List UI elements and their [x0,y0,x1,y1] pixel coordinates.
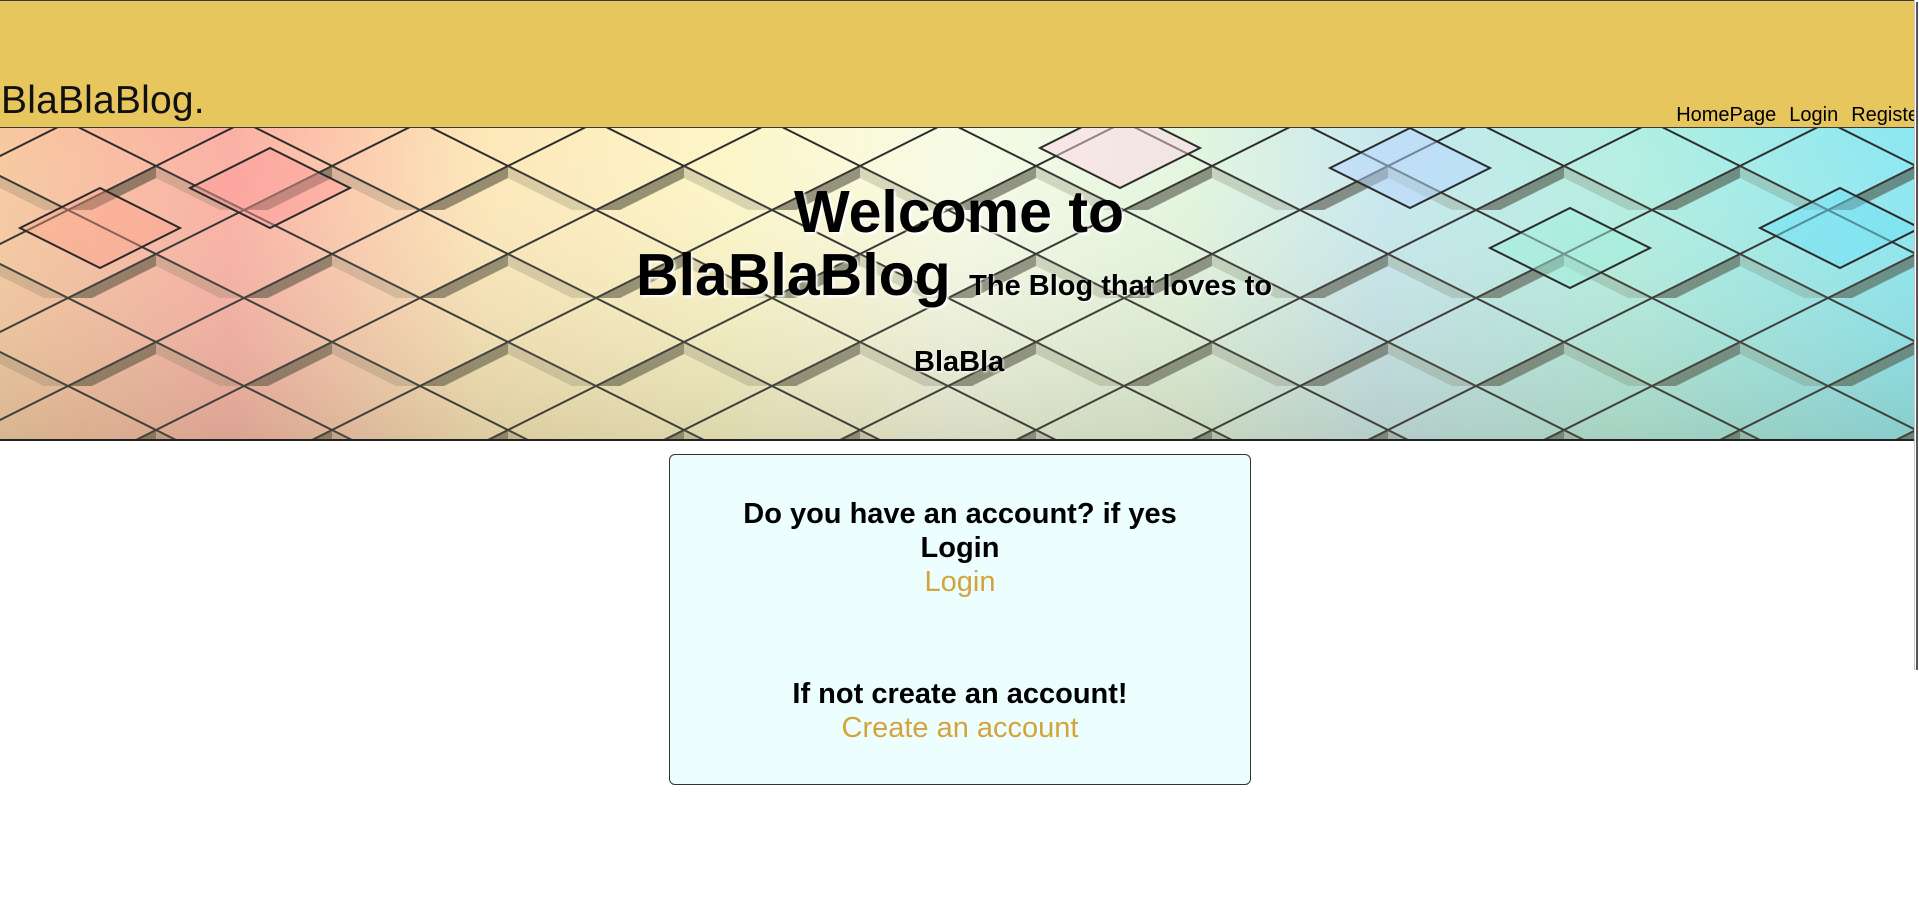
login-link[interactable]: Login [925,565,996,599]
login-heading: Login [920,532,1000,564]
top-header-bar: BlaBlaBlog. HomePage Login Registe [0,0,1919,128]
page-scrollbar-thumb[interactable] [1916,2,1918,670]
nav-link-homepage[interactable]: HomePage [1676,105,1776,125]
hero-tagline: The Blog that loves to [969,270,1273,302]
hero-site-name: BlaBlaBlog [636,242,951,308]
site-logo[interactable]: BlaBlaBlog. [1,81,205,120]
nav-link-register[interactable]: Registe [1851,105,1919,125]
login-question: Do you have an account? if yes [743,498,1177,530]
hero-title-line2: BlaBlaBlog The Blog that loves to [636,243,1272,307]
account-card: Do you have an account? if yes Login Log… [669,454,1251,785]
main-nav: HomePage Login Registe [1663,105,1919,125]
register-section: If not create an account! Create an acco… [670,677,1250,745]
create-account-link[interactable]: Create an account [842,711,1079,745]
login-section: Do you have an account? if yes Login Log… [670,497,1250,599]
hero-tagline-end: BlaBla [914,346,1005,378]
hero-banner: Welcome to BlaBlaBlog The Blog that love… [0,128,1919,441]
register-question: If not create an account! [792,678,1128,710]
nav-link-login[interactable]: Login [1789,105,1838,125]
hero-title-line1: Welcome to [794,179,1125,245]
